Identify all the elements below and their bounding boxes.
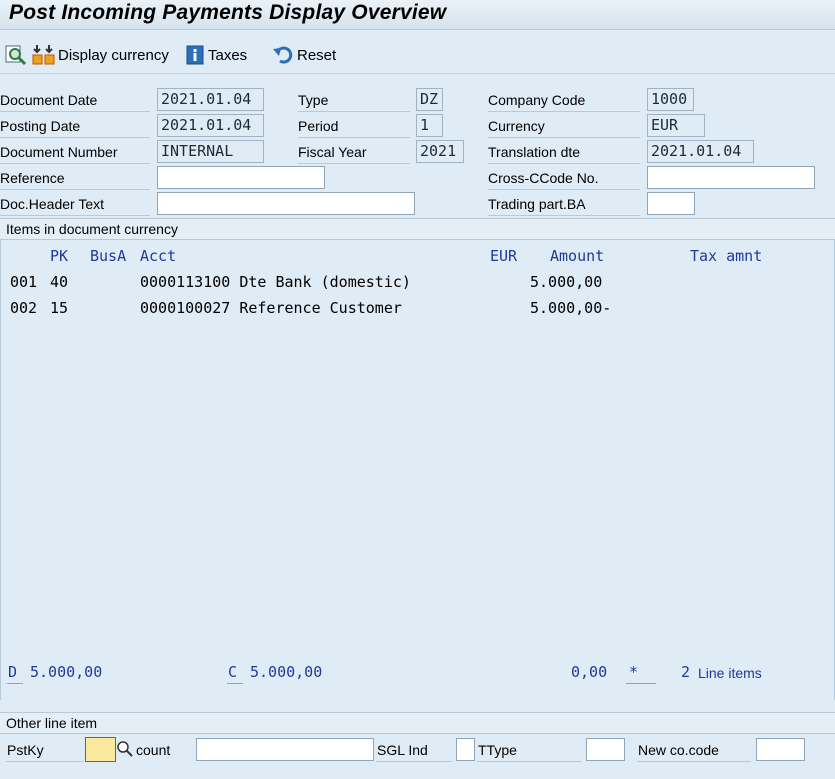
doc-header-text-label: Doc.Header Text xyxy=(0,196,105,212)
company-code-label: Company Code xyxy=(488,92,586,108)
fiscal-year-label: Fiscal Year xyxy=(298,144,367,160)
period-field[interactable]: 1 xyxy=(416,114,443,137)
divider xyxy=(488,163,640,164)
divider xyxy=(488,215,640,216)
document-number-label: Document Number xyxy=(0,144,118,160)
sgl-ind-label: SGL Ind xyxy=(377,742,428,758)
col-acct-header: Acct xyxy=(140,247,177,265)
trading-part-input[interactable] xyxy=(647,192,695,215)
item-number: 001 xyxy=(10,273,38,291)
divider xyxy=(488,111,640,112)
posting-date-field[interactable]: 2021.01.04 xyxy=(157,114,264,137)
application-toolbar: Display currency Taxes Reset xyxy=(0,36,835,74)
document-date-field[interactable]: 2021.01.04 xyxy=(157,88,264,111)
account-input[interactable] xyxy=(196,738,374,761)
reset-button[interactable]: Reset xyxy=(272,42,336,68)
reference-input[interactable] xyxy=(157,166,325,189)
divider xyxy=(637,761,751,762)
col-pk-header: PK xyxy=(50,247,69,265)
divider xyxy=(298,111,410,112)
ttype-label: TType xyxy=(478,742,517,758)
divider xyxy=(488,189,640,190)
balance-value: 0,00 xyxy=(571,663,608,681)
type-label: Type xyxy=(298,92,329,108)
col-tax-header: Tax amnt xyxy=(690,247,763,265)
posting-key-input[interactable] xyxy=(85,737,116,762)
account-label: count xyxy=(136,742,171,758)
amount: 5.000,00- xyxy=(530,299,612,317)
divider xyxy=(7,683,23,684)
display-currency-button[interactable]: Display currency xyxy=(32,42,169,68)
title-bar: Post Incoming Payments Display Overview xyxy=(0,0,835,30)
divider xyxy=(298,137,410,138)
currency-arrows-icon xyxy=(32,44,56,66)
display-currency-label: Display currency xyxy=(58,46,169,64)
new-cocode-input[interactable] xyxy=(756,738,805,761)
reset-label: Reset xyxy=(297,46,337,64)
items-section-title: Items in document currency xyxy=(6,221,178,237)
divider xyxy=(626,683,656,684)
currency-field[interactable]: EUR xyxy=(647,114,705,137)
col-busa-header: BusA xyxy=(90,247,127,265)
divider xyxy=(0,163,150,164)
find-button[interactable] xyxy=(4,42,28,68)
translation-date-field[interactable]: 2021.01.04 xyxy=(647,140,754,163)
document-type-field[interactable]: DZ xyxy=(416,88,443,111)
divider xyxy=(0,111,150,112)
document-number-field[interactable]: INTERNAL xyxy=(157,140,264,163)
pstky-label: PstKy xyxy=(7,742,44,758)
taxes-button[interactable]: Taxes xyxy=(186,42,247,68)
search-help-icon[interactable] xyxy=(116,740,134,761)
account: 0000100027 Reference Customer xyxy=(140,299,402,317)
currency-label: Currency xyxy=(488,118,545,134)
fiscal-year-field[interactable]: 2021 xyxy=(416,140,464,163)
cross-ccode-label: Cross-CCode No. xyxy=(488,170,599,186)
new-cocode-label: New co.code xyxy=(638,742,719,758)
posting-key: 15 xyxy=(50,299,69,317)
item-number: 002 xyxy=(10,299,38,317)
divider xyxy=(488,137,640,138)
divider xyxy=(477,761,581,762)
other-line-item-title: Other line item xyxy=(6,715,98,731)
divider xyxy=(6,761,84,762)
items-section-header: Items in document currency xyxy=(0,218,835,240)
period-label: Period xyxy=(298,118,339,134)
search-document-icon xyxy=(4,44,28,66)
divider xyxy=(0,215,150,216)
divider xyxy=(227,683,243,684)
reference-label: Reference xyxy=(0,170,65,186)
trading-part-label: Trading part.BA xyxy=(488,196,586,212)
posting-date-label: Posting Date xyxy=(0,118,81,134)
line-item-count: 2 xyxy=(681,663,691,681)
line-items-label: Line items xyxy=(698,665,762,681)
divider xyxy=(0,137,150,138)
ttype-input[interactable] xyxy=(586,738,625,761)
taxes-label: Taxes xyxy=(208,46,248,64)
credit-total: 5.000,00 xyxy=(250,663,323,681)
divider xyxy=(298,163,410,164)
divider xyxy=(0,189,150,190)
translation-date-label: Translation dte xyxy=(488,144,581,160)
amount: 5.000,00 xyxy=(530,273,603,291)
col-currency-header: EUR xyxy=(490,247,518,265)
col-amount-header: Amount xyxy=(550,247,605,265)
credit-label: C xyxy=(228,663,238,681)
items-pane: PK BusA Acct EUR Amount Tax amnt 001 40 … xyxy=(0,240,835,700)
debit-label: D xyxy=(8,663,18,681)
doc-header-text-input[interactable] xyxy=(157,192,415,215)
sgl-ind-input[interactable] xyxy=(456,738,475,761)
other-line-item-header: Other line item xyxy=(0,712,835,734)
balance-indicator: * xyxy=(629,663,639,681)
document-date-label: Document Date xyxy=(0,92,98,108)
undo-icon xyxy=(272,45,294,65)
page-title: Post Incoming Payments Display Overview xyxy=(9,1,447,24)
account: 0000113100 Dte Bank (domestic) xyxy=(140,273,411,291)
company-code-field[interactable]: 1000 xyxy=(647,88,694,111)
posting-key: 40 xyxy=(50,273,69,291)
other-line-item-pane: PstKy count SGL Ind TType New co.code xyxy=(0,734,835,779)
cross-ccode-input[interactable] xyxy=(647,166,815,189)
info-icon xyxy=(186,45,204,65)
divider xyxy=(376,761,452,762)
debit-total: 5.000,00 xyxy=(30,663,103,681)
